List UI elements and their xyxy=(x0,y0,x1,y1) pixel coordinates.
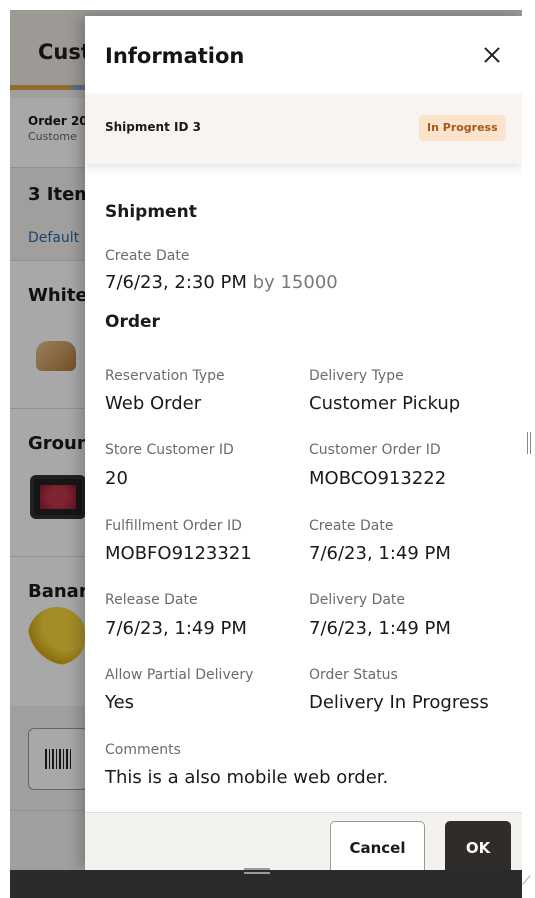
comments-value: This is a also mobile web order. xyxy=(105,767,389,788)
order-create-date-value: 7/6/23, 1:49 PM xyxy=(309,543,451,564)
resize-handle[interactable] xyxy=(527,432,531,454)
reservation-type-label: Reservation Type xyxy=(105,368,225,384)
comments-label: Comments xyxy=(105,742,181,758)
order-create-date-label: Create Date xyxy=(309,518,394,534)
delivery-date-label: Delivery Date xyxy=(309,592,406,608)
information-dialog: Information Shipment ID 3 In Progress Sh… xyxy=(85,16,522,875)
customer-order-id-label: Customer Order ID xyxy=(309,442,441,458)
shipment-section-title: Shipment xyxy=(105,202,197,222)
order-section-title: Order xyxy=(105,312,160,332)
order-status-label: Order Status xyxy=(309,667,398,683)
delivery-type-label: Delivery Type xyxy=(309,368,404,384)
fulfillment-order-id-value: MOBFO9123321 xyxy=(105,543,252,564)
dialog-title: Information xyxy=(105,44,245,68)
customer-order-id-value: MOBCO913222 xyxy=(309,468,447,489)
delivery-date-value: 7/6/23, 1:49 PM xyxy=(309,618,451,639)
store-customer-id-label: Store Customer ID xyxy=(105,442,234,458)
shipment-id: Shipment ID 3 xyxy=(105,120,201,134)
delivery-type-value: Customer Pickup xyxy=(309,393,461,414)
cancel-button[interactable]: Cancel xyxy=(330,821,425,875)
release-date-value: 7/6/23, 1:49 PM xyxy=(105,618,247,639)
fulfillment-order-id-label: Fulfillment Order ID xyxy=(105,518,242,534)
release-date-label: Release Date xyxy=(105,592,198,608)
order-status-value: Delivery In Progress xyxy=(309,692,489,713)
drag-handle-icon[interactable] xyxy=(244,868,270,874)
shipment-created-by: by 15000 xyxy=(252,272,338,293)
device-viewport: Cust Order 20 Custome 3 Item Default Whi… xyxy=(10,10,522,898)
close-icon[interactable] xyxy=(479,42,505,68)
shipment-create-date-label: Create Date xyxy=(105,248,190,264)
dialog-footer: Cancel OK xyxy=(85,812,522,875)
screen: Cust Order 20 Custome 3 Item Default Whi… xyxy=(0,0,535,898)
ok-button[interactable]: OK xyxy=(445,821,511,875)
allow-partial-delivery-value: Yes xyxy=(105,692,135,713)
shipment-header: Shipment ID 3 In Progress xyxy=(85,94,522,164)
corner-resize-icon[interactable] xyxy=(522,872,534,886)
store-customer-id-value: 20 xyxy=(105,468,128,489)
allow-partial-delivery-label: Allow Partial Delivery xyxy=(105,667,254,683)
status-badge: In Progress xyxy=(419,115,506,141)
bottom-system-bar xyxy=(10,870,522,898)
reservation-type-value: Web Order xyxy=(105,393,202,414)
shipment-create-date: 7/6/23, 2:30 PM by 15000 xyxy=(105,272,338,293)
shipment-create-date-value: 7/6/23, 2:30 PM xyxy=(105,272,247,293)
